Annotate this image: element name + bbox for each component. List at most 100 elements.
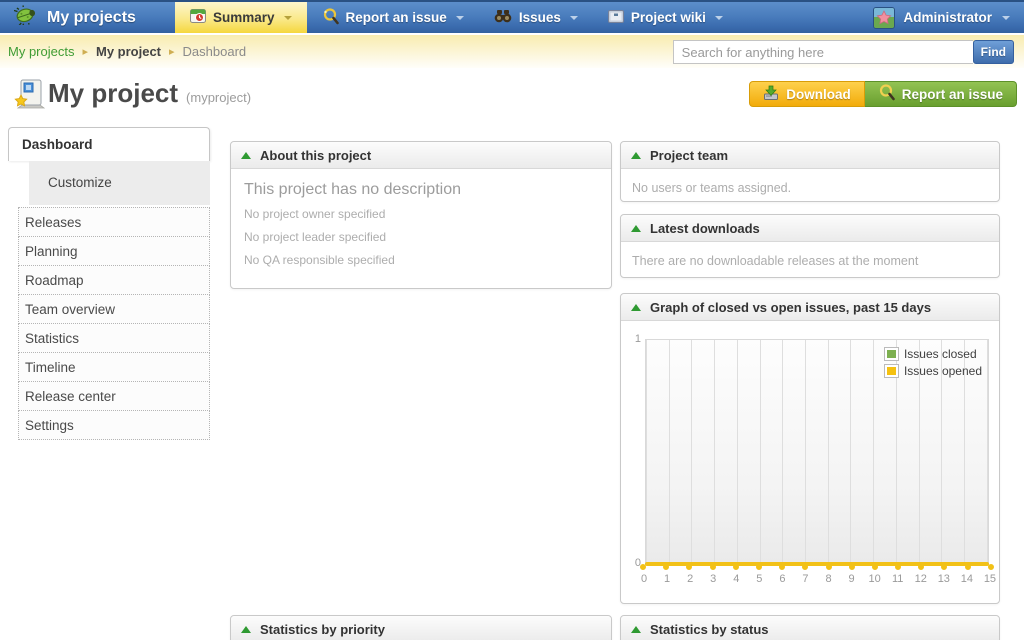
- project-slug: (myproject): [186, 90, 251, 105]
- avatar: [873, 7, 895, 29]
- bug-icon: [14, 5, 38, 30]
- y-tick-label: 0: [625, 557, 641, 569]
- x-tick-label: 9: [845, 573, 859, 585]
- data-point: [895, 564, 901, 570]
- x-tick-label: 0: [637, 573, 651, 585]
- sidebar-item-timeline[interactable]: Timeline: [18, 352, 210, 382]
- stats-priority-title: Statistics by priority: [260, 622, 385, 637]
- project-team-panel: Project team No users or teams assigned.: [620, 141, 1000, 202]
- x-tick-label: 14: [960, 573, 974, 585]
- stats-status-title: Statistics by status: [650, 622, 769, 637]
- download-button[interactable]: Download: [749, 81, 865, 107]
- chevron-down-icon: [456, 16, 464, 20]
- legend-issues-opened: Issues opened: [884, 364, 982, 378]
- x-tick-label: 4: [729, 573, 743, 585]
- data-point: [872, 564, 878, 570]
- brand-label: My projects: [47, 9, 136, 27]
- closed-swatch-icon: [884, 347, 899, 361]
- project-icon: [13, 78, 47, 115]
- collapse-triangle-icon: [631, 304, 641, 311]
- downloads-panel-header[interactable]: Latest downloads: [621, 215, 999, 242]
- user-menu[interactable]: Administrator: [859, 2, 1024, 33]
- about-panel-title: About this project: [260, 148, 371, 163]
- opened-swatch-icon: [884, 364, 899, 378]
- data-point: [826, 564, 832, 570]
- sidebar-item-team-overview[interactable]: Team overview: [18, 294, 210, 324]
- data-point: [686, 564, 692, 570]
- app-logo[interactable]: My projects: [0, 2, 175, 33]
- project-leader-line: No project leader specified: [231, 225, 611, 248]
- sidebar-item-release-center[interactable]: Release center: [18, 381, 210, 411]
- data-point: [733, 564, 739, 570]
- breadcrumb-separator-icon: ▸: [74, 45, 96, 58]
- collapse-triangle-icon: [631, 626, 641, 633]
- sidebar-item-planning[interactable]: Planning: [18, 236, 210, 266]
- chevron-down-icon: [715, 16, 723, 20]
- downloads-empty-message: There are no downloadable releases at th…: [621, 242, 999, 280]
- sidebar-item-releases[interactable]: Releases: [18, 207, 210, 237]
- stats-status-header[interactable]: Statistics by status: [621, 616, 999, 640]
- team-panel-title: Project team: [650, 148, 728, 163]
- breadcrumb: My projects ▸ My project ▸ Dashboard: [8, 35, 246, 68]
- data-point: [918, 564, 924, 570]
- sidebar-tab-dashboard[interactable]: Dashboard: [8, 127, 210, 161]
- whip-icon: [322, 8, 339, 28]
- find-button[interactable]: Find: [973, 40, 1014, 64]
- whip-icon: [878, 84, 895, 104]
- about-project-panel: About this project This project has no d…: [230, 141, 612, 289]
- latest-downloads-panel: Latest downloads There are no downloadab…: [620, 214, 1000, 278]
- data-point: [756, 564, 762, 570]
- downloads-panel-title: Latest downloads: [650, 221, 760, 236]
- y-tick-label: 1: [625, 333, 641, 345]
- x-tick-label: 1: [660, 573, 674, 585]
- binoculars-icon: [494, 9, 512, 26]
- x-tick-label: 5: [752, 573, 766, 585]
- chart-legend: Issues closed Issues opened: [884, 347, 982, 378]
- statistics-status-panel: Statistics by status: [620, 615, 1000, 640]
- x-tick-label: 6: [775, 573, 789, 585]
- page-header: My project(myproject) Download Report an…: [0, 68, 1024, 123]
- tab-wiki-label: Project wiki: [631, 10, 706, 25]
- sidebar-item-customize[interactable]: Customize: [29, 161, 210, 205]
- breadcrumb-my-project[interactable]: My project: [96, 44, 161, 59]
- tab-report-an-issue[interactable]: Report an issue: [307, 2, 479, 33]
- data-point: [965, 564, 971, 570]
- chevron-down-icon: [284, 16, 292, 20]
- series-markers: [640, 564, 994, 570]
- team-empty-message: No users or teams assigned.: [621, 169, 999, 207]
- data-point: [779, 564, 785, 570]
- chevron-down-icon: [1002, 16, 1010, 20]
- sidebar-item-statistics[interactable]: Statistics: [18, 323, 210, 353]
- legend-issues-closed: Issues closed: [884, 347, 982, 361]
- statistics-priority-panel: Statistics by priority: [230, 615, 612, 640]
- breadcrumb-my-projects[interactable]: My projects: [8, 44, 74, 59]
- page-title: My project(myproject): [48, 78, 251, 109]
- x-tick-label: 15: [983, 573, 997, 585]
- issues-line-chart: 1 0 Issues closed Issues opened 01234567…: [621, 321, 999, 605]
- tab-project-wiki[interactable]: Project wiki: [593, 2, 738, 33]
- collapse-triangle-icon: [241, 152, 251, 159]
- data-point: [941, 564, 947, 570]
- about-panel-header[interactable]: About this project: [231, 142, 611, 169]
- tab-issues[interactable]: Issues: [479, 2, 593, 33]
- data-point: [802, 564, 808, 570]
- wiki-icon: [608, 10, 624, 26]
- tab-report-label: Report an issue: [346, 10, 447, 25]
- sidebar-item-roadmap[interactable]: Roadmap: [18, 265, 210, 295]
- stats-priority-header[interactable]: Statistics by priority: [231, 616, 611, 640]
- search-input[interactable]: [673, 40, 973, 64]
- team-panel-header[interactable]: Project team: [621, 142, 999, 169]
- collapse-triangle-icon: [631, 152, 641, 159]
- sidebar-item-settings[interactable]: Settings: [18, 410, 210, 440]
- project-description: This project has no description: [231, 169, 611, 202]
- graph-panel-header[interactable]: Graph of closed vs open issues, past 15 …: [621, 294, 999, 321]
- issues-graph-panel: Graph of closed vs open issues, past 15 …: [620, 293, 1000, 604]
- report-issue-button[interactable]: Report an issue: [865, 81, 1017, 107]
- project-owner-line: No project owner specified: [231, 202, 611, 225]
- tab-summary[interactable]: Summary: [175, 2, 307, 33]
- breadcrumb-dashboard: Dashboard: [183, 44, 247, 59]
- download-label: Download: [786, 87, 851, 102]
- breadcrumb-separator-icon: ▸: [161, 45, 183, 58]
- data-point: [710, 564, 716, 570]
- top-navigation: My projects Summary Report an issue: [0, 0, 1024, 33]
